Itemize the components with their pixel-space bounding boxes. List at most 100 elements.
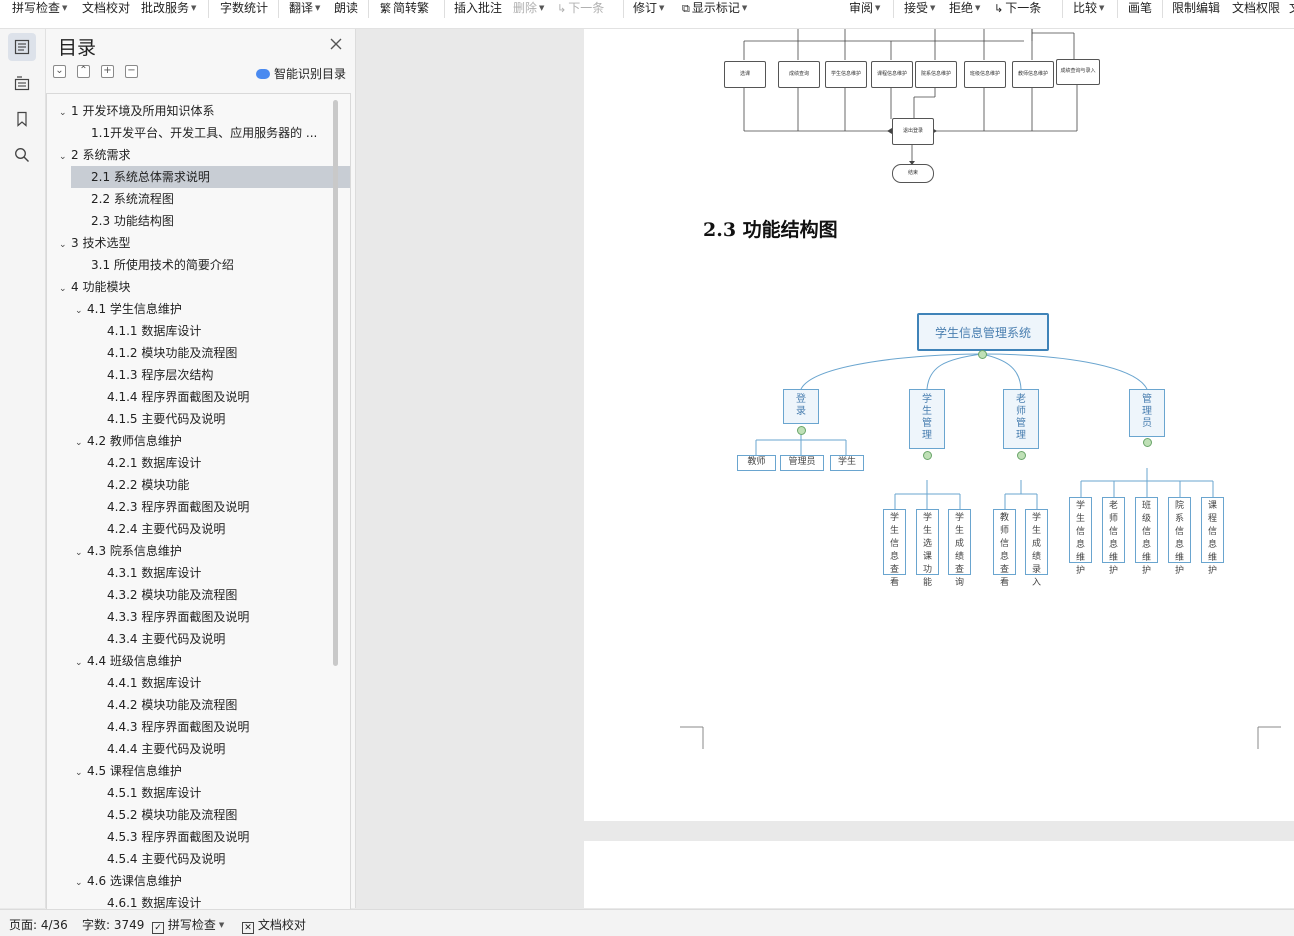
toc-item[interactable]: 4.2.3 程序界面截图及说明 bbox=[107, 496, 249, 518]
toc-item[interactable]: ⌄ 4.6 选课信息维护 bbox=[75, 870, 182, 892]
close-icon[interactable] bbox=[329, 37, 343, 51]
toc-item[interactable]: 4.3.2 模块功能及流程图 bbox=[107, 584, 237, 606]
chevron-up-icon: ⌃ bbox=[79, 65, 88, 76]
toc-item[interactable]: ⌄ 2 系统需求 bbox=[59, 144, 130, 166]
toc-item[interactable]: 4.3.4 主要代码及说明 bbox=[107, 628, 225, 650]
smart-toc-button[interactable]: 智能识别目录 bbox=[256, 65, 346, 82]
collapse-node-icon[interactable] bbox=[923, 451, 932, 460]
toc-item[interactable]: 4.2.4 主要代码及说明 bbox=[107, 518, 225, 540]
chevron-down-icon[interactable]: ⌄ bbox=[59, 278, 71, 300]
toc-item[interactable]: 2.2 系统流程图 bbox=[91, 188, 174, 210]
next-comment-button[interactable]: ↳ 下一条 bbox=[557, 0, 604, 16]
toc-item[interactable]: 4.2.1 数据库设计 bbox=[107, 452, 201, 474]
toc-item-label: 4.5 课程信息维护 bbox=[87, 764, 182, 778]
track-changes-button[interactable]: 修订 ▼ bbox=[633, 0, 664, 16]
toc-item[interactable]: 4.4.4 主要代码及说明 bbox=[107, 738, 225, 760]
toc-item[interactable]: ⌄ 4.3 院系信息维护 bbox=[75, 540, 182, 562]
toc-item[interactable]: 4.5.4 主要代码及说明 bbox=[107, 848, 225, 870]
add-heading-button[interactable]: + bbox=[101, 65, 114, 78]
show-markup-button[interactable]: ⧉ 显示标记 ▼ bbox=[682, 0, 747, 16]
toc-item[interactable]: 4.1.3 程序层次结构 bbox=[107, 364, 213, 386]
toc-item[interactable]: 4.5.2 模块功能及流程图 bbox=[107, 804, 237, 826]
toc-item-label: 4.3.4 主要代码及说明 bbox=[107, 632, 226, 646]
toc-item[interactable]: ⌄ 4.5 课程信息维护 bbox=[75, 760, 182, 782]
toc-item[interactable]: 4.1.4 程序界面截图及说明 bbox=[107, 386, 249, 408]
toc-item[interactable]: 4.3.3 程序界面截图及说明 bbox=[107, 606, 249, 628]
doc-permission-button[interactable]: 文档权限 bbox=[1232, 0, 1280, 16]
toc-item[interactable]: 4.2.2 模块功能 bbox=[107, 474, 189, 496]
toc-item[interactable]: 4.1.5 主要代码及说明 bbox=[107, 408, 225, 430]
word-count-indicator[interactable]: 字数: 3749 bbox=[82, 916, 144, 933]
toc-item[interactable]: 4.5.1 数据库设计 bbox=[107, 782, 201, 804]
toc-item-label: 4.4.1 数据库设计 bbox=[107, 676, 202, 690]
toc-item-label: 4.4.2 模块功能及流程图 bbox=[107, 698, 238, 712]
toc-item[interactable]: 4.4.1 数据库设计 bbox=[107, 672, 201, 694]
toc-item[interactable]: 4.1.1 数据库设计 bbox=[107, 320, 201, 342]
chevron-down-icon[interactable]: ⌄ bbox=[75, 762, 87, 784]
restrict-edit-button[interactable]: 限制编辑 bbox=[1172, 0, 1220, 16]
bookmark-rail-button[interactable] bbox=[8, 105, 36, 133]
toc-item[interactable]: ⌄ 4 功能模块 bbox=[59, 276, 130, 298]
collapse-node-icon[interactable] bbox=[1143, 438, 1152, 447]
chevron-down-icon[interactable]: ⌄ bbox=[75, 652, 87, 674]
remove-heading-button[interactable]: − bbox=[125, 65, 138, 78]
toc-scrollbar[interactable] bbox=[333, 100, 338, 666]
collapse-all-button[interactable]: ⌃ bbox=[77, 65, 90, 78]
toc-item[interactable]: ⌄ 4.2 教师信息维护 bbox=[75, 430, 182, 452]
next-change-button[interactable]: ↳ 下一条 bbox=[994, 0, 1041, 16]
page-indicator[interactable]: 页面: 4/36 bbox=[9, 916, 68, 933]
status-doc-proofread[interactable]: ✕ 文档校对 bbox=[242, 916, 306, 934]
chevron-down-icon[interactable]: ⌄ bbox=[59, 234, 71, 256]
toc-item[interactable]: 4.1.2 模块功能及流程图 bbox=[107, 342, 237, 364]
collapse-node-icon[interactable] bbox=[1017, 451, 1026, 460]
toc-item[interactable]: 3.1 所使用技术的简要介绍 bbox=[91, 254, 234, 276]
chevron-down-icon[interactable]: ⌄ bbox=[75, 542, 87, 564]
compare-button[interactable]: 比较 ▼ bbox=[1073, 0, 1104, 16]
chapter-rail-button[interactable] bbox=[8, 69, 36, 97]
reject-button[interactable]: 拒绝 ▼ bbox=[949, 0, 980, 16]
structure-leaf-label: 班级信息维护 bbox=[1141, 501, 1151, 576]
document-canvas[interactable]: 选课 成绩查询 学生信息维护 课程信息维护 院系信息维护 班级信息维护 教师信息维护 成绩查询… bbox=[356, 29, 1294, 908]
ai-smart-icon bbox=[256, 69, 270, 79]
delete-button[interactable]: 删除 ▼ bbox=[513, 0, 544, 16]
simp-trad-button[interactable]: 繁简转繁 bbox=[380, 0, 429, 16]
toc-item[interactable]: 4.4.3 程序界面截图及说明 bbox=[107, 716, 249, 738]
review-service-button[interactable]: 批改服务 ▼ bbox=[141, 0, 196, 16]
chevron-down-icon[interactable]: ⌄ bbox=[75, 300, 87, 322]
toc-item[interactable]: 4.6.1 数据库设计 bbox=[107, 892, 201, 909]
toc-item[interactable]: 4.4.2 模块功能及流程图 bbox=[107, 694, 237, 716]
accept-button[interactable]: 接受 ▼ bbox=[904, 0, 935, 16]
toc-item[interactable]: 4.5.3 程序界面截图及说明 bbox=[107, 826, 249, 848]
toc-item[interactable]: 2.1 系统总体需求说明 bbox=[71, 166, 350, 188]
search-rail-button[interactable] bbox=[8, 141, 36, 169]
collapse-node-icon[interactable] bbox=[797, 426, 806, 435]
toc-rail-button[interactable] bbox=[8, 33, 36, 61]
toc-item[interactable]: ⌄ 1 开发环境及所用知识体系 bbox=[59, 100, 214, 122]
chevron-down-icon[interactable]: ⌄ bbox=[59, 102, 71, 124]
toc-item[interactable]: ⌄ 3 技术选型 bbox=[59, 232, 130, 254]
expand-all-button[interactable]: ⌄ bbox=[53, 65, 66, 78]
toc-item-label: 4.2 教师信息维护 bbox=[87, 434, 182, 448]
toc-item-label: 3.1 所使用技术的简要介绍 bbox=[91, 258, 234, 272]
flowchart-node: 成绩查询 bbox=[778, 61, 820, 88]
chevron-down-icon[interactable]: ⌄ bbox=[75, 432, 87, 454]
structure-branch-node: 登录 bbox=[783, 389, 819, 424]
toc-item[interactable]: 4.3.1 数据库设计 bbox=[107, 562, 201, 584]
read-aloud-button[interactable]: 朗读 bbox=[334, 0, 358, 16]
collapse-node-icon[interactable] bbox=[978, 350, 987, 359]
next-arrow-icon: ↳ bbox=[994, 2, 1004, 15]
toc-item[interactable]: ⌄ 4.4 班级信息维护 bbox=[75, 650, 182, 672]
toc-item[interactable]: 2.3 功能结构图 bbox=[91, 210, 174, 232]
insert-comment-button[interactable]: 插入批注 bbox=[454, 0, 502, 16]
translate-button[interactable]: 翻译 ▼ bbox=[289, 0, 320, 16]
toc-item[interactable]: 1.1开发平台、开发工具、应用服务器的 ... bbox=[91, 122, 317, 144]
chevron-down-icon[interactable]: ⌄ bbox=[75, 872, 87, 894]
doc-proofread-button[interactable]: 文档校对 bbox=[82, 0, 130, 16]
chevron-down-icon[interactable]: ⌄ bbox=[59, 146, 71, 168]
toc-item[interactable]: ⌄ 4.1 学生信息维护 bbox=[75, 298, 182, 320]
spell-check-button[interactable]: 拼写检查 ▼ bbox=[12, 0, 67, 16]
word-count-button[interactable]: 字数统计 bbox=[220, 0, 268, 16]
review-dropdown[interactable]: 审阅 ▼ bbox=[849, 0, 880, 16]
pen-button[interactable]: 画笔 bbox=[1128, 0, 1152, 16]
status-spell-check[interactable]: ✓ 拼写检查 ▼ bbox=[152, 916, 224, 934]
